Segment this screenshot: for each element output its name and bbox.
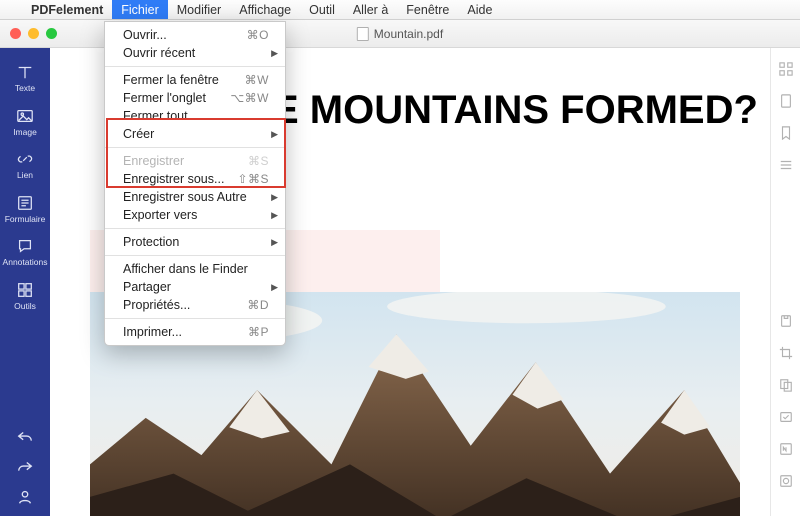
menu-item-exporter-vers[interactable]: Exporter vers▶ — [105, 206, 285, 224]
tool-lien[interactable]: Lien — [0, 143, 50, 187]
tool-label: Formulaire — [5, 215, 46, 224]
left-toolbar: Texte Image Lien Formulaire Annotations … — [0, 48, 50, 516]
menu-separator — [105, 147, 285, 148]
form-icon — [16, 194, 34, 212]
menu-item-shortcut: ⌘P — [248, 325, 269, 339]
menu-item-label: Fermer la fenêtre — [123, 73, 245, 87]
menu-item-ouvrir[interactable]: Ouvrir...⌘O — [105, 26, 285, 44]
menu-item-label: Fermer l'onglet — [123, 91, 230, 105]
menu-item-label: Afficher dans le Finder — [123, 262, 269, 276]
menu-separator — [105, 255, 285, 256]
crop-icon[interactable] — [779, 346, 793, 360]
thumbnails-icon[interactable] — [779, 62, 793, 76]
tool-outils[interactable]: Outils — [0, 274, 50, 318]
tool-annotations[interactable]: Annotations — [0, 230, 50, 274]
menu-item-label: Enregistrer — [123, 154, 248, 168]
menu-item-label: Créer — [123, 127, 269, 141]
tools-icon — [16, 281, 34, 299]
menubar-item-allera[interactable]: Aller à — [344, 0, 397, 19]
menu-item-enregistrer-sous-autre[interactable]: Enregistrer sous Autre▶ — [105, 188, 285, 206]
tool-label: Outils — [14, 302, 36, 311]
menubar: PDFelement Fichier Modifier Affichage Ou… — [0, 0, 800, 20]
right-sidebar — [770, 48, 800, 516]
menu-item-label: Ouvrir... — [123, 28, 247, 42]
submenu-arrow-icon: ▶ — [271, 210, 278, 221]
menu-item-enregistrer: Enregistrer⌘S — [105, 152, 285, 170]
window-controls — [0, 28, 57, 39]
minimize-window-button[interactable] — [28, 28, 39, 39]
menu-item-label: Partager — [123, 280, 269, 294]
menu-item-shortcut: ⇧⌘S — [237, 172, 269, 186]
menu-item-label: Propriétés... — [123, 298, 247, 312]
tool-label: Annotations — [3, 258, 48, 267]
close-window-button[interactable] — [10, 28, 21, 39]
menu-item-shortcut: ⌘S — [248, 154, 269, 168]
menu-item-label: Exporter vers — [123, 208, 269, 222]
menu-item-ouvrir-r-cent[interactable]: Ouvrir récent▶ — [105, 44, 285, 62]
menu-item-enregistrer-sous[interactable]: Enregistrer sous...⇧⌘S — [105, 170, 285, 188]
submenu-arrow-icon: ▶ — [271, 48, 278, 59]
list-icon[interactable] — [779, 158, 793, 172]
menu-item-fermer-tout[interactable]: Fermer tout — [105, 107, 285, 125]
undo-icon[interactable] — [16, 428, 34, 446]
menu-item-fermer-la-fen-tre[interactable]: Fermer la fenêtre⌘W — [105, 71, 285, 89]
tool-label: Lien — [17, 171, 33, 180]
tool-label: Texte — [15, 84, 35, 93]
document-icon — [357, 27, 369, 41]
tool-label: Image — [13, 128, 37, 137]
tool-texte[interactable]: Texte — [0, 56, 50, 100]
menu-item-label: Fermer tout — [123, 109, 269, 123]
replace-icon[interactable] — [779, 410, 793, 424]
menu-item-label: Enregistrer sous... — [123, 172, 237, 186]
submenu-arrow-icon: ▶ — [271, 129, 278, 140]
menubar-item-aide[interactable]: Aide — [458, 0, 501, 19]
document-name: Mountain.pdf — [374, 27, 443, 41]
extract-icon[interactable] — [779, 378, 793, 392]
redo-icon[interactable] — [16, 458, 34, 476]
attach-icon[interactable] — [779, 314, 793, 328]
submenu-arrow-icon: ▶ — [271, 282, 278, 293]
menu-item-label: Enregistrer sous Autre — [123, 190, 269, 204]
menu-separator — [105, 318, 285, 319]
menubar-item-modifier[interactable]: Modifier — [168, 0, 230, 19]
menu-item-label: Ouvrir récent — [123, 46, 269, 60]
file-menu-dropdown: Ouvrir...⌘OOuvrir récent▶Fermer la fenêt… — [104, 21, 286, 346]
menu-item-partager[interactable]: Partager▶ — [105, 278, 285, 296]
menu-separator — [105, 66, 285, 67]
menu-item-label: Imprimer... — [123, 325, 248, 339]
annotation-icon — [16, 237, 34, 255]
menu-item-fermer-l-onglet[interactable]: Fermer l'onglet⌥⌘W — [105, 89, 285, 107]
menu-item-shortcut: ⌘D — [247, 298, 269, 312]
menu-item-afficher-dans-le-finder[interactable]: Afficher dans le Finder — [105, 260, 285, 278]
menubar-item-outil[interactable]: Outil — [300, 0, 344, 19]
menu-item-shortcut: ⌥⌘W — [230, 91, 269, 105]
menu-item-shortcut: ⌘O — [247, 28, 269, 42]
bookmark-icon[interactable] — [779, 126, 793, 140]
text-icon — [16, 63, 34, 81]
submenu-arrow-icon: ▶ — [271, 237, 278, 248]
zoom-window-button[interactable] — [46, 28, 57, 39]
user-icon[interactable] — [16, 488, 34, 506]
menu-item-cr-er[interactable]: Créer▶ — [105, 125, 285, 143]
document-title: Mountain.pdf — [357, 27, 443, 41]
menu-item-imprimer[interactable]: Imprimer...⌘P — [105, 323, 285, 341]
app-name[interactable]: PDFelement — [22, 3, 112, 17]
submenu-arrow-icon: ▶ — [271, 192, 278, 203]
tool-formulaire[interactable]: Formulaire — [0, 187, 50, 231]
menubar-item-affichage[interactable]: Affichage — [230, 0, 300, 19]
menu-item-label: Protection — [123, 235, 269, 249]
menu-item-shortcut: ⌘W — [245, 73, 269, 87]
menu-item-propri-t-s[interactable]: Propriétés...⌘D — [105, 296, 285, 314]
image-icon — [16, 107, 34, 125]
menu-separator — [105, 228, 285, 229]
menubar-item-fichier[interactable]: Fichier — [112, 0, 168, 19]
link-icon — [16, 150, 34, 168]
bates-icon[interactable] — [779, 442, 793, 456]
menubar-item-fenetre[interactable]: Fenêtre — [397, 0, 458, 19]
menu-item-protection[interactable]: Protection▶ — [105, 233, 285, 251]
tool-image[interactable]: Image — [0, 100, 50, 144]
page-icon[interactable] — [779, 94, 793, 108]
watermark-icon[interactable] — [779, 474, 793, 488]
